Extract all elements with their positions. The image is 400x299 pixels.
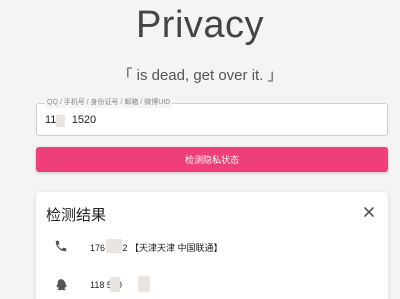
search-input[interactable] bbox=[45, 114, 375, 126]
result-row-qq: 118 520 bbox=[54, 276, 374, 296]
redaction-mask bbox=[56, 115, 65, 127]
redaction-mask bbox=[106, 239, 122, 253]
page-title: Privacy bbox=[135, 4, 265, 46]
search-field-label: QQ / 手机号 / 身份证号 / 邮箱 / 微博UID bbox=[45, 98, 173, 108]
results-title: 检测结果 bbox=[46, 207, 107, 224]
redaction-mask bbox=[138, 276, 150, 292]
results-card: 检测结果 176 3052 【天津天津 中国联通】 118 520 bbox=[36, 192, 388, 299]
detect-privacy-button[interactable]: 检测隐私状态 bbox=[36, 147, 388, 172]
result-row-phone: 176 3052 【天津天津 中国联通】 bbox=[54, 237, 374, 257]
redaction-mask bbox=[110, 277, 120, 292]
page-subtitle: 「 is dead, get over it. 」 bbox=[117, 67, 283, 84]
qq-icon bbox=[56, 279, 67, 291]
phone-icon bbox=[55, 240, 67, 252]
search-field[interactable]: QQ / 手机号 / 身份证号 / 邮箱 / 微博UID bbox=[36, 98, 388, 136]
close-icon[interactable] bbox=[362, 205, 376, 219]
